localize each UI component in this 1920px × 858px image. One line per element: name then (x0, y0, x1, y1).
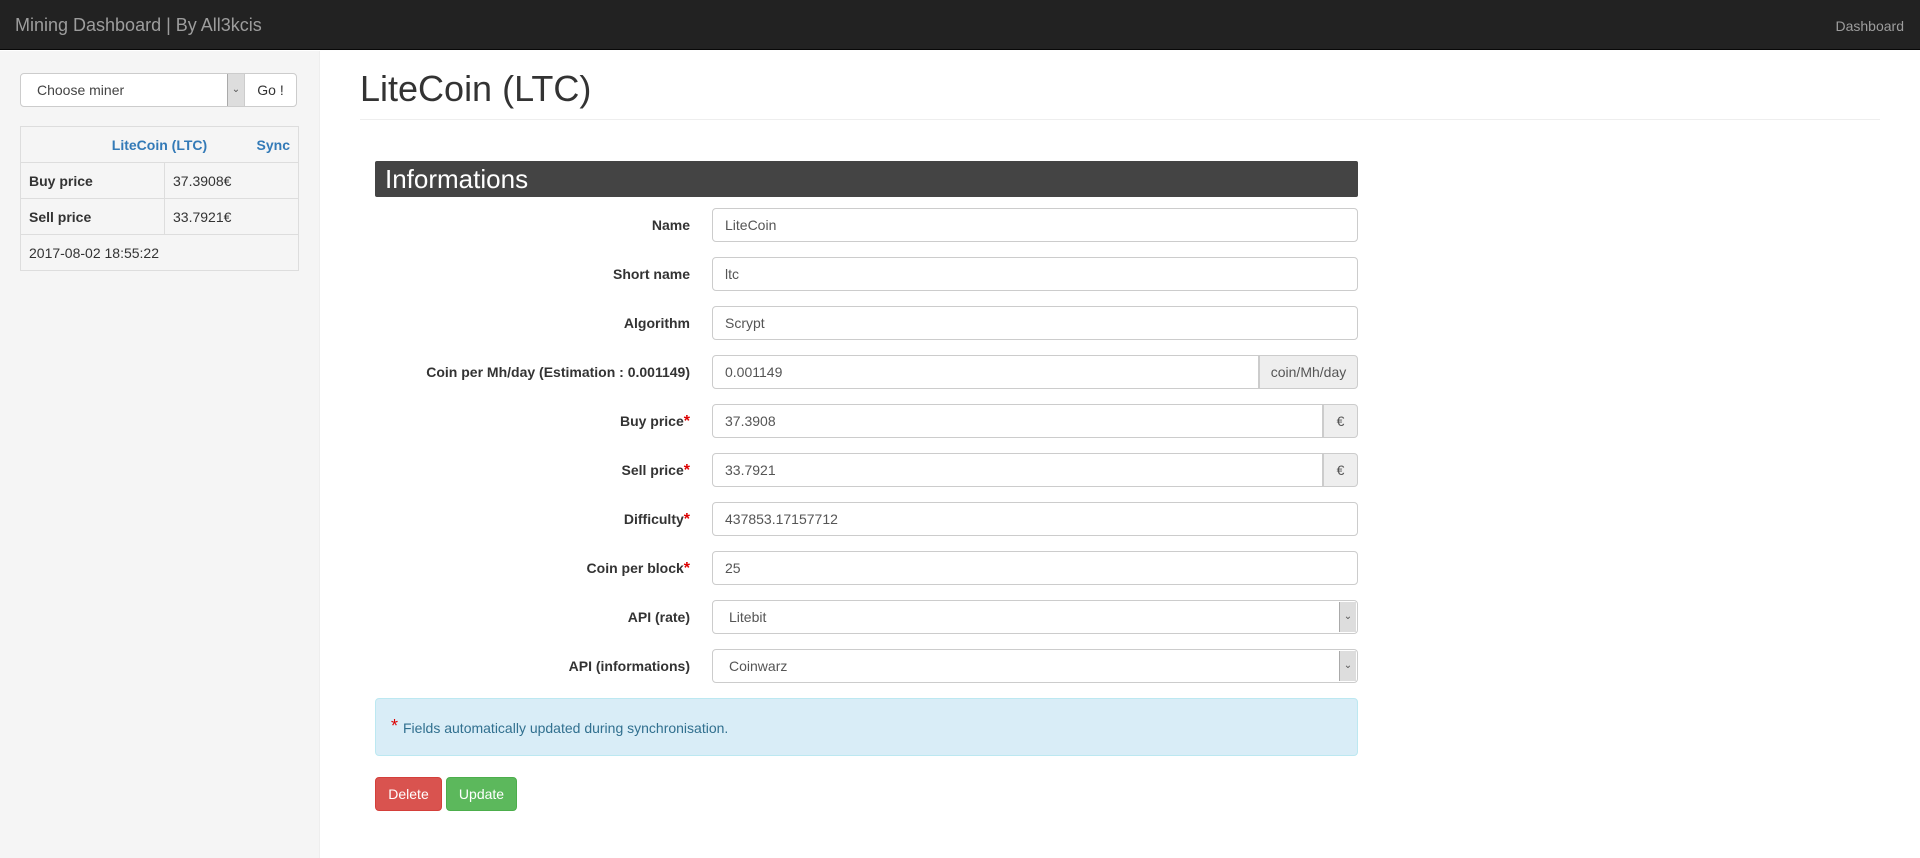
miner-select[interactable]: Choose miner ⌄ (20, 73, 245, 107)
api-rate-label: API (rate) (627, 609, 690, 625)
coin-per-block-label: Coin per block* (586, 560, 690, 577)
required-star: * (391, 716, 399, 736)
form-row-name: Name LiteCoin (375, 208, 1358, 242)
sync-link[interactable]: Sync (257, 127, 290, 163)
table-row: Buy price 37.3908€ (20, 162, 299, 199)
coin-link[interactable]: LiteCoin (LTC) (112, 137, 207, 153)
short-name-label: Short name (612, 266, 690, 282)
info-alert: * Fields automatically updated during sy… (375, 698, 1358, 756)
difficulty-input[interactable]: 437853.17157712 (712, 502, 1358, 536)
page-title: LiteCoin (LTC) (360, 68, 592, 109)
chevron-down-icon[interactable]: ⌄ (1339, 602, 1356, 632)
sidebar: Choose miner ⌄ Go ! LiteCoin (LTC) Sync … (0, 51, 320, 858)
coin-per-mh-label: Coin per Mh/day (Estimation : 0.001149) (426, 364, 690, 380)
coin-per-mh-unit: coin/Mh/day (1259, 355, 1358, 389)
difficulty-label: Difficulty* (623, 511, 690, 528)
api-rate-select[interactable]: Litebit ⌄ (712, 600, 1358, 634)
miner-select-value: Choose miner (37, 82, 125, 98)
buy-price-value: 37.3908€ (164, 162, 299, 199)
buy-price-label: Buy price (20, 162, 165, 199)
buy-price-input[interactable]: 37.3908 (712, 404, 1323, 438)
form-row-algorithm: Algorithm Scrypt (375, 306, 1358, 340)
chevron-down-icon[interactable]: ⌄ (1339, 651, 1356, 681)
go-button[interactable]: Go ! (244, 73, 297, 107)
form-row-sell-price: Sell price* 33.7921 € (375, 453, 1358, 487)
form-row-buy-price: Buy price* 37.3908 € (375, 404, 1358, 438)
sell-price-label: Sell price (20, 198, 165, 235)
form-row-api-info: API (informations) Coinwarz ⌄ (375, 649, 1358, 683)
sell-price-value: 33.7921€ (164, 198, 299, 235)
brand-link[interactable]: Mining Dashboard | By All3kcis (15, 0, 262, 51)
sell-price-input[interactable]: 33.7921 (712, 453, 1323, 487)
sync-timestamp: 2017-08-02 18:55:22 (20, 234, 299, 271)
section-header: Informations (375, 161, 1358, 197)
buy-price-field-label: Buy price* (619, 413, 690, 430)
short-name-input[interactable]: ltc (712, 257, 1358, 291)
top-navbar: Mining Dashboard | By All3kcis Dashboard (0, 0, 1920, 50)
alert-message: Fields automatically updated during sync… (403, 720, 729, 736)
name-label: Name (651, 217, 690, 233)
dashboard-link[interactable]: Dashboard (1836, 0, 1905, 52)
coin-summary-table: LiteCoin (LTC) Sync Buy price 37.3908€ S… (20, 126, 299, 271)
chevron-down-icon[interactable]: ⌄ (227, 74, 244, 106)
sell-price-field-label: Sell price* (621, 462, 691, 479)
update-button[interactable]: Update (446, 777, 517, 811)
buy-price-currency: € (1323, 404, 1358, 438)
divider (360, 119, 1880, 120)
name-input[interactable]: LiteCoin (712, 208, 1358, 242)
table-row: 2017-08-02 18:55:22 (20, 234, 299, 271)
api-info-select[interactable]: Coinwarz ⌄ (712, 649, 1358, 683)
form-row-api-rate: API (rate) Litebit ⌄ (375, 600, 1358, 634)
coin-per-mh-input[interactable]: 0.001149 (712, 355, 1259, 389)
form-row-coin-per-mh: Coin per Mh/day (Estimation : 0.001149) … (375, 355, 1358, 389)
form-row-short-name: Short name ltc (375, 257, 1358, 291)
table-row: Sell price 33.7921€ (20, 198, 299, 235)
api-info-label: API (informations) (568, 658, 690, 674)
algorithm-input[interactable]: Scrypt (712, 306, 1358, 340)
form-row-difficulty: Difficulty* 437853.17157712 (375, 502, 1358, 536)
section-title: Informations (385, 164, 529, 194)
algorithm-label: Algorithm (623, 315, 690, 331)
coin-per-block-input[interactable]: 25 (712, 551, 1358, 585)
delete-button[interactable]: Delete (375, 777, 442, 811)
sell-price-currency: € (1323, 453, 1358, 487)
form-row-coin-per-block: Coin per block* 25 (375, 551, 1358, 585)
